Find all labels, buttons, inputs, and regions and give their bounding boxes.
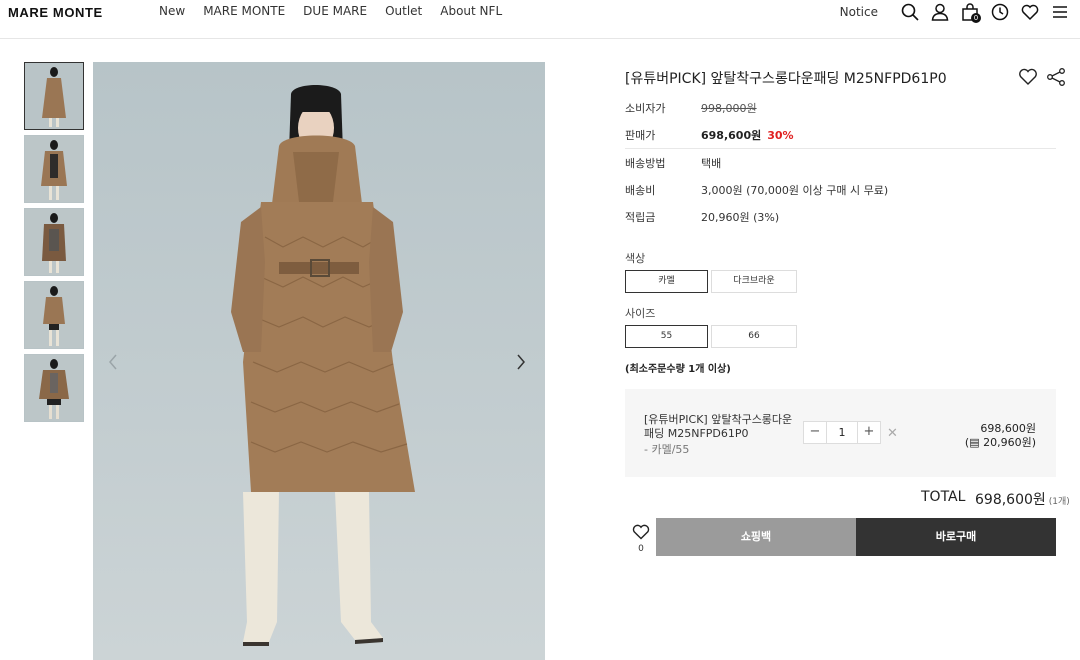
sale-price-label: 판매가 bbox=[625, 129, 656, 142]
sale-price-value: 698,600원 bbox=[701, 129, 762, 142]
thumbnail-3[interactable] bbox=[24, 208, 84, 276]
quantity-decrease-button[interactable]: − bbox=[804, 422, 826, 443]
color-option-camel[interactable]: 카멜 bbox=[625, 270, 708, 293]
thumbnail-list bbox=[24, 62, 85, 427]
total-label: TOTAL bbox=[921, 489, 966, 505]
color-option-label: 색상 bbox=[625, 252, 646, 265]
selected-item-box: [유튜버PICK] 앞탈착구스롱다운패딩 M25NFPD61P0 - 카멜/55… bbox=[625, 389, 1056, 477]
next-image-chevron-icon[interactable] bbox=[513, 352, 529, 372]
msrp-value: 998,000원 bbox=[701, 102, 757, 115]
title-actions bbox=[1018, 68, 1066, 90]
prev-image-chevron-icon[interactable] bbox=[105, 352, 121, 372]
selected-item-name: [유튜버PICK] 앞탈착구스롱다운패딩 M25NFPD61P0 bbox=[644, 413, 793, 440]
nav-item-outlet[interactable]: Outlet bbox=[385, 4, 422, 18]
points-value: 20,960원 (3%) bbox=[701, 211, 780, 224]
min-order-note: (최소주문수량 1개 이상) bbox=[625, 364, 731, 375]
sale-price-group: 698,600원 30% bbox=[701, 127, 794, 143]
header-utilities: Notice 0 bbox=[840, 2, 1070, 23]
cart-icon[interactable]: 0 bbox=[960, 2, 981, 23]
menu-icon[interactable] bbox=[1050, 2, 1070, 22]
nav-item-new[interactable]: New bbox=[159, 4, 185, 18]
quantity-value[interactable]: 1 bbox=[826, 422, 858, 443]
wishlist-heart-icon[interactable] bbox=[1018, 68, 1038, 90]
main-nav: New MARE MONTE DUE MARE Outlet About NFL bbox=[159, 4, 520, 18]
wish-count: 0 bbox=[638, 544, 644, 554]
size-option-66[interactable]: 66 bbox=[711, 325, 797, 348]
selected-item-option: - 카멜/55 bbox=[644, 443, 690, 456]
heart-icon[interactable] bbox=[1020, 2, 1040, 22]
product-title: [유튜버PICK] 앞탈착구스롱다운패딩 M25NFPD61P0 bbox=[625, 71, 947, 87]
thumbnail-5[interactable] bbox=[24, 354, 84, 422]
quantity-increase-button[interactable]: + bbox=[858, 422, 880, 443]
total-group: 698,600원 (1개) bbox=[975, 489, 1070, 509]
wish-button[interactable]: 0 bbox=[631, 524, 651, 554]
nav-item-due-mare[interactable]: DUE MARE bbox=[303, 4, 367, 18]
site-header: MARE MONTE New MARE MONTE DUE MARE Outle… bbox=[0, 0, 1080, 39]
nav-item-about-nfl[interactable]: About NFL bbox=[440, 4, 502, 18]
selected-item-points: (▤ 20,960원) bbox=[964, 436, 1036, 449]
share-icon[interactable] bbox=[1046, 68, 1066, 90]
size-option-label: 사이즈 bbox=[625, 307, 656, 320]
nav-item-mare-monte[interactable]: MARE MONTE bbox=[203, 4, 285, 18]
color-option-dark-brown[interactable]: 다크브라운 bbox=[711, 270, 797, 293]
total-value: 698,600원 bbox=[975, 492, 1046, 508]
points-label: 적립금 bbox=[625, 211, 656, 224]
size-option-55[interactable]: 55 bbox=[625, 325, 708, 348]
shipping-fee-label: 배송비 bbox=[625, 184, 656, 197]
quantity-stepper: − 1 + bbox=[803, 421, 881, 444]
info-divider bbox=[625, 148, 1056, 149]
remove-item-close-icon[interactable]: ✕ bbox=[887, 426, 898, 441]
shipping-method-value: 택배 bbox=[701, 157, 722, 170]
clock-icon[interactable] bbox=[990, 2, 1010, 22]
user-icon[interactable] bbox=[930, 2, 950, 22]
main-product-image bbox=[93, 62, 545, 660]
discount-rate: 30% bbox=[767, 129, 794, 142]
search-icon[interactable] bbox=[900, 2, 920, 22]
shipping-method-label: 배송방법 bbox=[625, 157, 666, 170]
cart-count-badge: 0 bbox=[971, 13, 981, 23]
add-to-cart-button[interactable]: 쇼핑백 bbox=[656, 518, 856, 556]
thumbnail-4[interactable] bbox=[24, 281, 84, 349]
msrp-label: 소비자가 bbox=[625, 102, 666, 115]
notice-link[interactable]: Notice bbox=[840, 5, 878, 19]
site-logo[interactable]: MARE MONTE bbox=[8, 5, 103, 20]
thumbnail-1[interactable] bbox=[24, 62, 84, 130]
total-count: (1개) bbox=[1048, 497, 1070, 507]
buy-now-button[interactable]: 바로구매 bbox=[856, 518, 1056, 556]
shipping-fee-value: 3,000원 (70,000원 이상 구매 시 무료) bbox=[701, 184, 889, 197]
thumbnail-2[interactable] bbox=[24, 135, 84, 203]
